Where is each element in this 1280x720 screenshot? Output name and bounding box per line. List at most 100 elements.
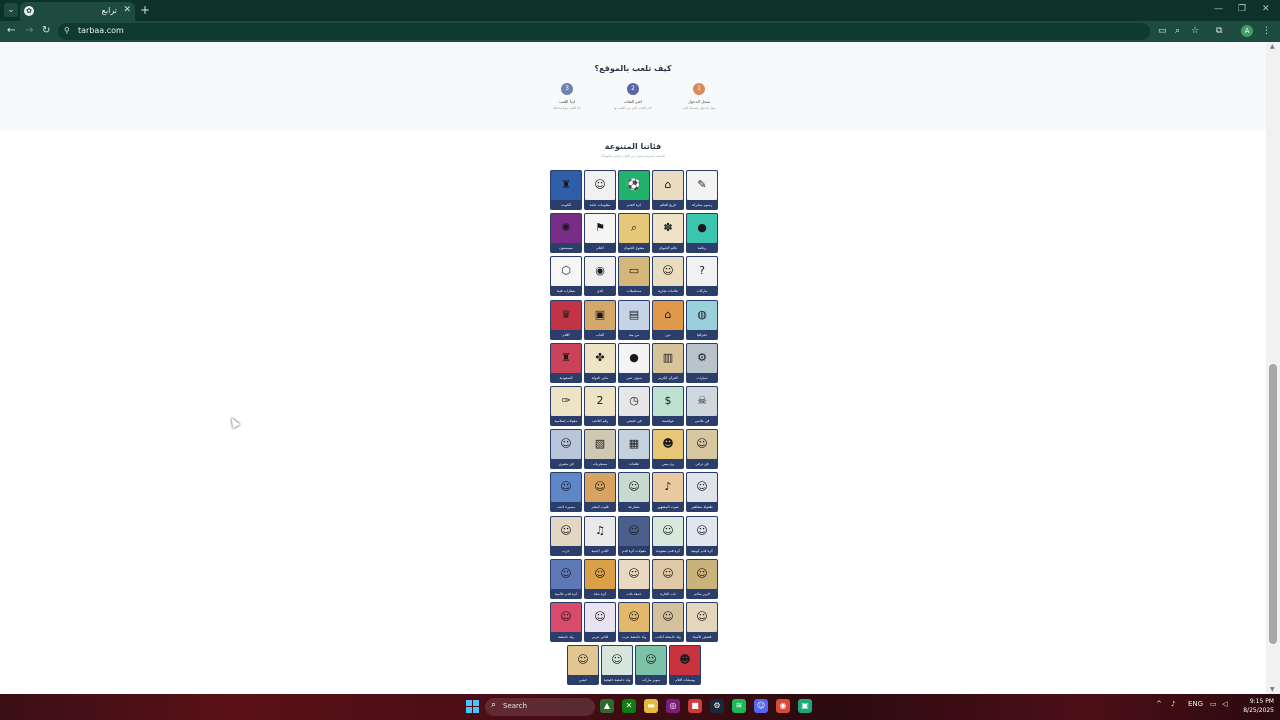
category-card[interactable]: ☺ ولد حامضة خليجية: [601, 645, 633, 686]
language-indicator[interactable]: ENG: [1188, 700, 1203, 708]
category-card[interactable]: ⚽ كرة القدم: [618, 170, 650, 210]
category-card[interactable]: ☺ معلومات عامة: [584, 170, 616, 210]
category-card[interactable]: ☺ قلوب البشر: [584, 472, 616, 513]
category-card[interactable]: ● شوف عني: [618, 342, 650, 383]
category-card[interactable]: ♜ الكويت: [550, 170, 582, 210]
maximize-icon[interactable]: ❐: [1238, 4, 1246, 14]
xbox-icon[interactable]: ✕: [622, 699, 636, 713]
mic-icon[interactable]: ♪: [1171, 700, 1175, 708]
zoom-icon[interactable]: ⌕: [1175, 26, 1180, 36]
category-card[interactable]: ✺ سبيستون: [550, 213, 582, 254]
close-tab-icon[interactable]: ✕: [123, 5, 131, 15]
page-scrollbar[interactable]: ▲ ▼: [1266, 42, 1280, 694]
file-explorer-icon[interactable]: ▬: [644, 699, 658, 713]
windows-start-icon[interactable]: [466, 700, 480, 714]
category-card[interactable]: ? ماركات: [686, 256, 718, 297]
profile-avatar[interactable]: A: [1241, 25, 1253, 37]
category-card[interactable]: ▧ مسجريات: [584, 429, 616, 470]
tray-overflow-icon[interactable]: ^: [1156, 700, 1162, 708]
network-icon[interactable]: ▭: [1210, 700, 1217, 708]
category-card[interactable]: ☺ ولد حامضة أجانب: [652, 602, 684, 642]
category-card[interactable]: ✎ رسوم متحركة: [686, 170, 718, 210]
forward-icon[interactable]: →: [25, 25, 33, 36]
category-card[interactable]: ⚙ سيارات: [686, 342, 718, 383]
reload-icon[interactable]: ↻: [42, 25, 50, 36]
category-card[interactable]: ☺ فن مصري: [550, 429, 582, 470]
category-card[interactable]: ☺ كرة سلة: [584, 558, 616, 599]
category-card[interactable]: ▣ ألعاب: [584, 299, 616, 340]
category-card[interactable]: ♪ صوت المشهور: [652, 472, 684, 513]
category-card[interactable]: ☺ مقولات كرة قدم: [618, 515, 650, 556]
category-card[interactable]: ▤ من بيته: [618, 299, 650, 340]
category-card[interactable]: ☺ حزب: [550, 515, 582, 556]
category-card[interactable]: ♫ أغاني أجنبية: [584, 515, 616, 556]
back-icon[interactable]: ←: [7, 25, 15, 36]
category-card[interactable]: ☺ كرة قدم كويتية: [686, 515, 718, 556]
category-card[interactable]: ☺ قصص الأنبياء: [686, 602, 718, 642]
discord-icon[interactable]: ☺: [754, 699, 768, 713]
bookmark-star-icon[interactable]: ☆: [1191, 26, 1199, 36]
category-card[interactable]: ☺ ولد حامضة عرب: [618, 602, 650, 642]
category-card[interactable]: ◉ الدي: [584, 256, 616, 297]
category-card[interactable]: ☺ أغاني عربي: [584, 602, 616, 642]
category-card[interactable]: ☺ جمعة بلات: [618, 558, 650, 599]
category-card[interactable]: ✽ عالم الحيوان: [652, 213, 684, 254]
category-card[interactable]: ◍ جغرافيا: [686, 299, 718, 340]
category-card[interactable]: ☺ سوبر ماركت: [635, 645, 667, 686]
category-card[interactable]: ▦ طقنات: [618, 429, 650, 470]
category-card[interactable]: ⌂ تاريخ العالم: [652, 170, 684, 210]
window-close-icon[interactable]: ✕: [1262, 4, 1270, 14]
steam-icon[interactable]: ⚙: [710, 699, 724, 713]
category-card[interactable]: ☺ الزير سالم: [686, 558, 718, 599]
category-card[interactable]: ☺ فن تراثي: [686, 429, 718, 470]
nvidia-app-icon[interactable]: ▲: [600, 699, 614, 713]
category-card[interactable]: ⬡ شعارات فنية: [550, 256, 582, 297]
category-card[interactable]: ☻ يوسفات أفلام: [669, 645, 701, 686]
address-bar[interactable]: ⚲ tarbaa.com: [58, 23, 1150, 40]
media-app-icon[interactable]: ◎: [666, 699, 680, 713]
scroll-up-icon[interactable]: ▲: [1270, 43, 1275, 50]
category-card[interactable]: ✑ مقولات إسلامية: [550, 386, 582, 426]
category-card[interactable]: ☺ حيثيي: [567, 645, 599, 686]
category-card[interactable]: ☺ طفولة مشاهير: [686, 472, 718, 513]
category-card[interactable]: ☠ فن عالمي: [686, 386, 718, 426]
category-card[interactable]: ♛ أفلام: [550, 299, 582, 340]
category-card[interactable]: ⚑ أعلام: [584, 213, 616, 254]
category-card[interactable]: ▥ القرآن الكريم: [652, 342, 684, 383]
category-card[interactable]: ☺ كرة قدم عالمية: [550, 558, 582, 599]
red-app-icon[interactable]: ■: [688, 699, 702, 713]
taskbar-search[interactable]: ⌕ Search: [485, 698, 595, 716]
browser-tab[interactable]: ✿ ترابع ✕: [20, 2, 135, 21]
tab-search-icon[interactable]: ⌄: [4, 3, 18, 17]
category-card[interactable]: ☺ مسيرة لاعب: [550, 472, 582, 513]
category-card[interactable]: 2 رقم اللاعب: [584, 386, 616, 426]
volume-icon[interactable]: ◁: [1222, 700, 1227, 708]
minimize-icon[interactable]: —: [1214, 4, 1223, 14]
category-card[interactable]: ☺ كرة قدم سعودية: [652, 515, 684, 556]
category-card[interactable]: ▭ مسلسلات: [618, 256, 650, 297]
scroll-thumb[interactable]: [1269, 364, 1277, 644]
category-card[interactable]: ☻ ون بيس: [652, 429, 684, 470]
taskbar-clock[interactable]: 9:15 PM 8/25/2025: [1234, 697, 1274, 715]
category-card[interactable]: ♜ السعودية: [550, 342, 582, 383]
category-card[interactable]: ☺ مصارعة: [618, 472, 650, 513]
category-card[interactable]: ⌂ دين: [652, 299, 684, 340]
category-card[interactable]: ✤ ماني الدولة: [584, 342, 616, 383]
category-card[interactable]: $ عواصمة: [652, 386, 684, 426]
category-card[interactable]: ⌕ مفتوح الحيوان: [618, 213, 650, 254]
browser-menu-icon[interactable]: ⋮: [1262, 26, 1271, 36]
category-card[interactable]: ☺ علامات تجارية: [652, 256, 684, 297]
category-card[interactable]: ● رياضة: [686, 213, 718, 254]
category-image: ☺: [619, 603, 649, 632]
spotify-icon[interactable]: ≋: [732, 699, 746, 713]
chrome-icon[interactable]: ◉: [776, 699, 790, 713]
category-card[interactable]: ◷ فن خليجي: [618, 386, 650, 426]
category-card[interactable]: ☺ باب الحارة: [652, 558, 684, 599]
new-tab-icon[interactable]: +: [140, 3, 150, 17]
site-info-icon[interactable]: ⚲: [64, 26, 70, 35]
category-card[interactable]: ☺ ولد حامضة: [550, 602, 582, 642]
active-app-icon[interactable]: ▣: [798, 699, 812, 713]
install-app-icon[interactable]: ▭: [1158, 26, 1167, 36]
extensions-icon[interactable]: ⧉: [1216, 26, 1222, 36]
scroll-down-icon[interactable]: ▼: [1270, 686, 1275, 693]
